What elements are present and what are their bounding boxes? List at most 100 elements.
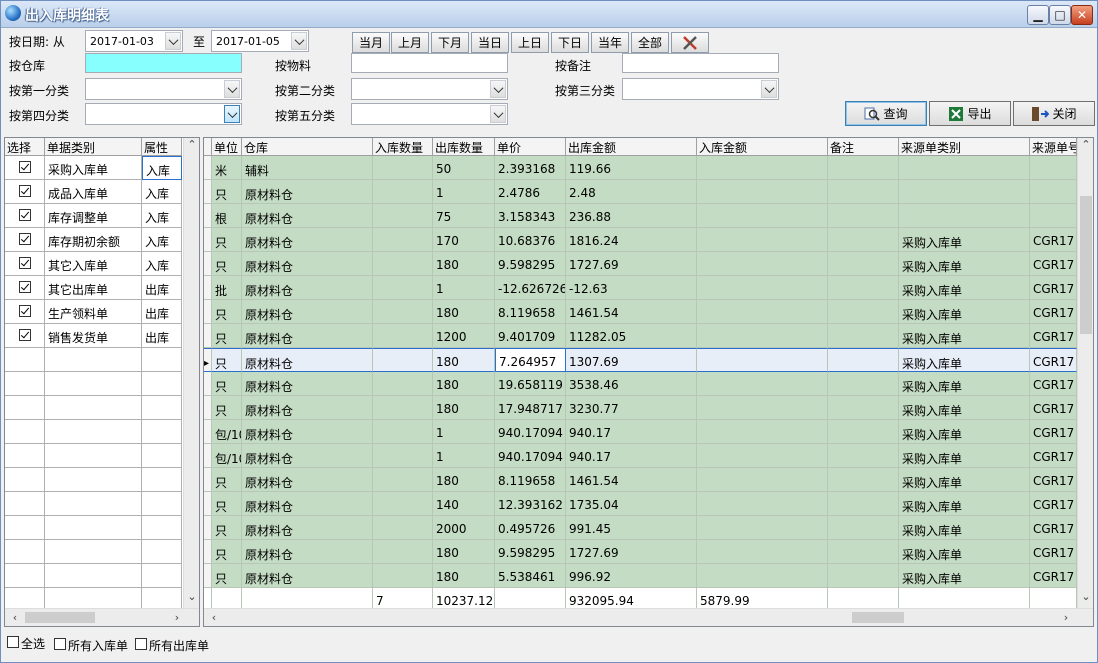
col-header-in-amount[interactable]: 入库金额 [697, 138, 828, 156]
table-row[interactable]: 只原材料仓 180 17.948717 3230.77 采购入库单 CGR17 [204, 396, 1077, 420]
row-indicator-cell[interactable] [204, 396, 212, 420]
out-amount-cell[interactable]: 1461.54 [566, 468, 697, 492]
left-horizontal-scrollbar[interactable]: ‹ › [5, 608, 199, 626]
unit-cell[interactable]: 只 [212, 228, 242, 252]
row-select-checkbox[interactable] [19, 257, 31, 269]
remark-cell[interactable] [828, 324, 899, 348]
query-button[interactable]: 查询 [845, 101, 927, 126]
col-header-doc-type[interactable]: 单据类别 [45, 138, 142, 156]
select-cell[interactable] [5, 324, 45, 348]
source-no-cell[interactable]: CGR17 [1030, 468, 1077, 492]
remark-input[interactable] [622, 53, 779, 73]
select-cell[interactable] [5, 180, 45, 204]
in-qty-cell[interactable] [373, 564, 433, 588]
in-amount-cell[interactable] [697, 156, 828, 180]
table-row[interactable]: 只原材料仓 180 5.538461 996.92 采购入库单 CGR17 [204, 564, 1077, 588]
period-button-prev-month[interactable]: 上月 [391, 32, 429, 53]
attribute-cell[interactable]: 出库 [142, 276, 182, 300]
source-no-cell[interactable]: CGR17 [1030, 420, 1077, 444]
unit-cell[interactable]: 包/10 [212, 420, 242, 444]
unit-price-cell[interactable]: 2.4786 [495, 180, 566, 204]
unit-price-cell[interactable]: 9.598295 [495, 252, 566, 276]
in-qty-cell[interactable] [373, 420, 433, 444]
row-select-checkbox[interactable] [19, 209, 31, 221]
row-indicator-cell[interactable] [204, 324, 212, 348]
remark-cell[interactable] [828, 444, 899, 468]
out-amount-cell[interactable]: 1727.69 [566, 252, 697, 276]
main-vertical-scrollbar[interactable]: ⌃ ⌄ [1077, 138, 1093, 608]
warehouse-cell[interactable]: 原材料仓 [242, 252, 373, 276]
select-cell[interactable] [5, 276, 45, 300]
row-indicator-cell[interactable] [204, 276, 212, 300]
col-header-out-qty[interactable]: 出库数量 [433, 138, 495, 156]
source-no-cell[interactable]: CGR17 [1030, 324, 1077, 348]
unit-price-cell[interactable]: -12.626726 [495, 276, 566, 300]
doc-type-cell[interactable]: 库存调整单 [45, 204, 142, 228]
warehouse-cell[interactable]: 原材料仓 [242, 228, 373, 252]
in-qty-cell[interactable] [373, 348, 433, 372]
doc-type-row[interactable]: 其它出库单 出库 [5, 276, 182, 300]
out-qty-cell[interactable]: 180 [433, 396, 495, 420]
col-header-source-no[interactable]: 来源单号 [1030, 138, 1077, 156]
category5-select[interactable] [351, 103, 508, 125]
table-row[interactable]: 包/10原材料仓 1940.17094940.17 采购入库单CGR17 [204, 444, 1077, 468]
out-qty-cell[interactable]: 180 [433, 300, 495, 324]
out-qty-cell[interactable]: 180 [433, 564, 495, 588]
tools-button[interactable] [671, 32, 709, 53]
source-type-cell[interactable]: 采购入库单 [899, 276, 1030, 300]
remark-cell[interactable] [828, 228, 899, 252]
in-amount-cell[interactable] [697, 204, 828, 228]
out-amount-cell[interactable]: 11282.05 [566, 324, 697, 348]
unit-price-cell[interactable]: 8.119658 [495, 300, 566, 324]
scroll-thumb[interactable] [1080, 196, 1092, 334]
in-amount-cell[interactable] [697, 540, 828, 564]
source-type-cell[interactable]: 采购入库单 [899, 348, 1030, 372]
row-select-checkbox[interactable] [19, 305, 31, 317]
all-out-checkbox[interactable] [135, 638, 147, 650]
source-no-cell[interactable]: CGR17 [1030, 564, 1077, 588]
in-qty-cell[interactable] [373, 180, 433, 204]
out-qty-cell[interactable]: 2000 [433, 516, 495, 540]
source-no-cell[interactable]: CGR17 [1030, 300, 1077, 324]
in-qty-cell[interactable] [373, 444, 433, 468]
unit-cell[interactable]: 批 [212, 276, 242, 300]
unit-cell[interactable]: 包/10 [212, 444, 242, 468]
in-qty-cell[interactable] [373, 204, 433, 228]
warehouse-cell[interactable]: 原材料仓 [242, 276, 373, 300]
source-no-cell[interactable]: CGR17 [1030, 540, 1077, 564]
source-type-cell[interactable] [899, 204, 1030, 228]
in-qty-cell[interactable] [373, 492, 433, 516]
source-no-cell[interactable]: CGR17 [1030, 396, 1077, 420]
remark-cell[interactable] [828, 180, 899, 204]
row-select-checkbox[interactable] [19, 329, 31, 341]
warehouse-cell[interactable]: 原材料仓 [242, 444, 373, 468]
warehouse-cell[interactable]: 原材料仓 [242, 420, 373, 444]
warehouse-cell[interactable]: 原材料仓 [242, 516, 373, 540]
remark-cell[interactable] [828, 540, 899, 564]
chevron-down-icon[interactable] [224, 105, 240, 123]
period-button-all[interactable]: 全部 [631, 32, 669, 53]
remark-cell[interactable] [828, 300, 899, 324]
chevron-down-icon[interactable] [165, 32, 181, 50]
period-button-today[interactable]: 当日 [471, 32, 509, 53]
select-all-checkbox[interactable] [7, 636, 19, 648]
source-no-cell[interactable]: CGR17 [1030, 444, 1077, 468]
unit-cell[interactable]: 只 [212, 564, 242, 588]
source-no-cell[interactable]: CGR17 [1030, 348, 1077, 372]
in-amount-cell[interactable] [697, 396, 828, 420]
out-qty-cell[interactable]: 140 [433, 492, 495, 516]
source-no-cell[interactable] [1030, 156, 1077, 180]
in-qty-cell[interactable] [373, 252, 433, 276]
scroll-thumb[interactable] [852, 612, 904, 623]
period-button-next-month[interactable]: 下月 [431, 32, 469, 53]
warehouse-cell[interactable]: 原材料仓 [242, 300, 373, 324]
in-qty-cell[interactable] [373, 276, 433, 300]
row-indicator-cell[interactable] [204, 468, 212, 492]
unit-price-cell[interactable]: 7.264957 [495, 348, 566, 372]
period-button-year[interactable]: 当年 [591, 32, 629, 53]
remark-cell[interactable] [828, 252, 899, 276]
in-qty-cell[interactable] [373, 300, 433, 324]
table-row[interactable]: 只原材料仓 2000 0.495726 991.45 采购入库单 CGR17 [204, 516, 1077, 540]
row-select-checkbox[interactable] [19, 161, 31, 173]
source-no-cell[interactable] [1030, 180, 1077, 204]
